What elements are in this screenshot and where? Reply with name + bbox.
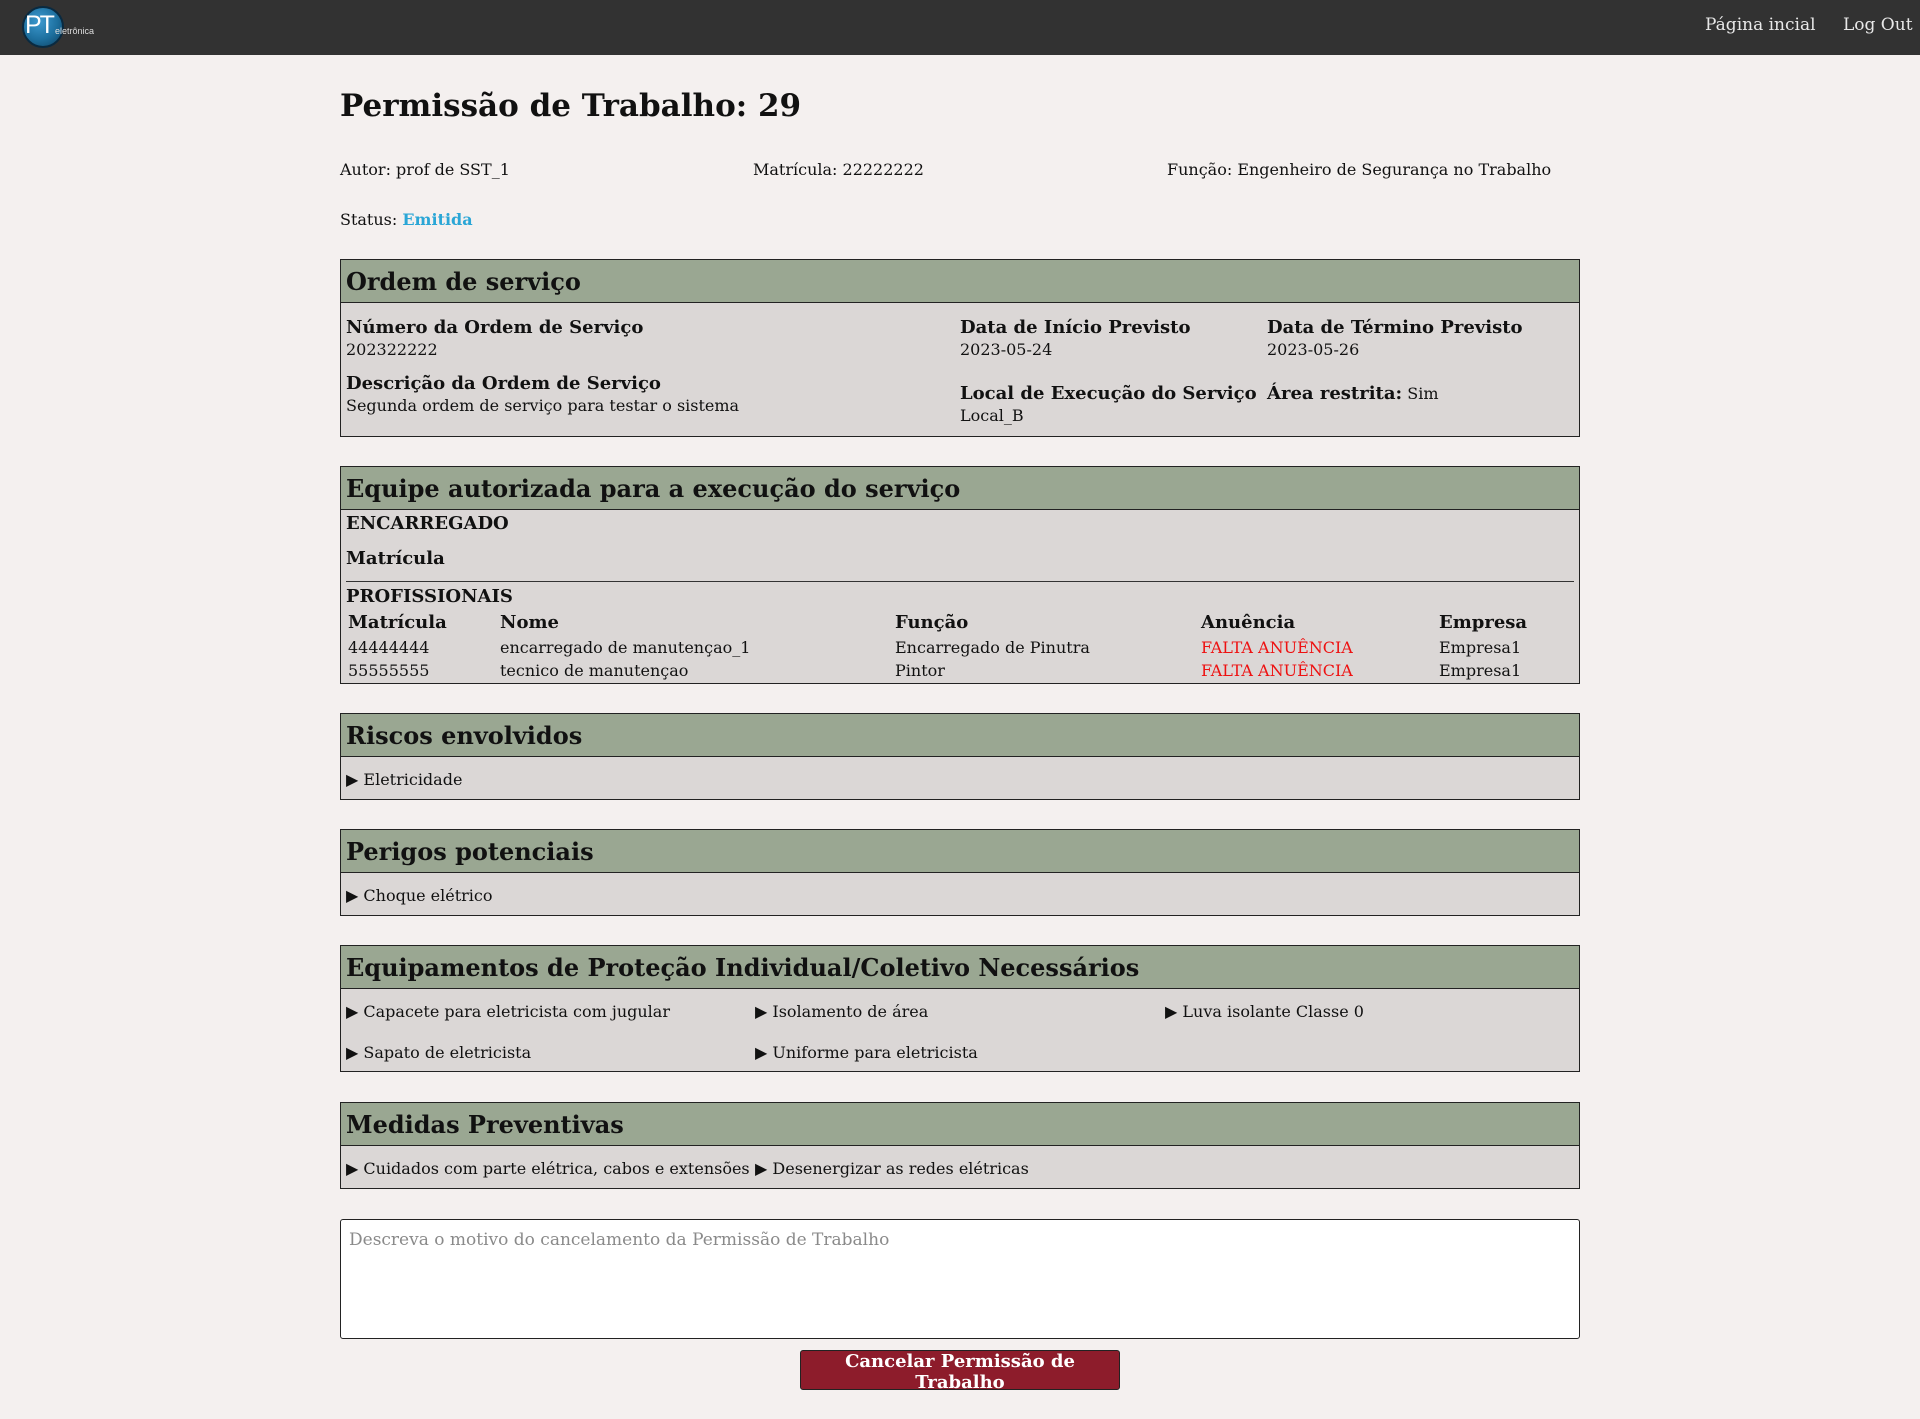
- column-header-role: Função: [895, 612, 969, 633]
- order-number-label: Número da Ordem de Serviço: [346, 317, 644, 338]
- section-header: Riscos envolvidos: [341, 714, 1579, 757]
- permit-role: Função: Engenheiro de Segurança no Traba…: [1167, 160, 1552, 179]
- list-item[interactable]: ▶ Capacete para eletricista com jugular: [346, 1002, 670, 1021]
- section-risks: Riscos envolvidos ▶ Eletricidade: [340, 713, 1580, 800]
- professionals-label: PROFISSIONAIS: [346, 586, 513, 607]
- top-navbar: PT eletrônica Página incial Log Out: [0, 0, 1920, 55]
- cell-name: encarregado de manutençao_1: [500, 638, 751, 657]
- section-header: Equipamentos de Proteção Individual/Cole…: [341, 946, 1579, 989]
- list-item[interactable]: ▶ Choque elétrico: [346, 886, 493, 905]
- order-description-label: Descrição da Ordem de Serviço: [346, 373, 661, 394]
- page-title: Permissão de Trabalho: 29: [340, 88, 802, 124]
- foreman-label: ENCARREGADO: [346, 513, 509, 534]
- cell-role: Encarregado de Pinutra: [895, 638, 1090, 657]
- list-item[interactable]: ▶ Isolamento de área: [755, 1002, 928, 1021]
- section-preventive-measures: Medidas Preventivas ▶ Cuidados com parte…: [340, 1102, 1580, 1189]
- section-header: Equipe autorizada para a execução do ser…: [341, 467, 1579, 510]
- location-label: Local de Execução do Serviço: [960, 383, 1257, 404]
- column-header-company: Empresa: [1439, 612, 1528, 633]
- status-badge: Emitida: [402, 210, 473, 229]
- status-label: Status:: [340, 210, 398, 229]
- start-date-label: Data de Início Previsto: [960, 317, 1191, 338]
- restricted-area-value: Sim: [1407, 384, 1439, 403]
- column-header-consent: Anuência: [1201, 612, 1296, 633]
- app-logo[interactable]: PT eletrônica: [22, 6, 100, 48]
- list-item[interactable]: ▶ Uniforme para eletricista: [755, 1043, 978, 1062]
- location-value: Local_B: [960, 406, 1024, 425]
- list-item[interactable]: ▶ Sapato de eletricista: [346, 1043, 531, 1062]
- section-hazards: Perigos potenciais ▶ Choque elétrico: [340, 829, 1580, 916]
- restricted-area: Área restrita: Sim: [1267, 383, 1439, 404]
- section-header: Perigos potenciais: [341, 830, 1579, 873]
- nav-home-link[interactable]: Página incial: [1705, 15, 1816, 35]
- column-header-registration: Matrícula: [348, 612, 447, 633]
- logo-subtext: eletrônica: [55, 26, 95, 36]
- cell-registration: 44444444: [348, 638, 430, 657]
- list-item[interactable]: ▶ Luva isolante Classe 0: [1165, 1002, 1364, 1021]
- list-item[interactable]: ▶ Cuidados com parte elétrica, cabos e e…: [346, 1159, 750, 1178]
- nav-logout-link[interactable]: Log Out: [1843, 15, 1913, 35]
- end-date-value: 2023-05-26: [1267, 340, 1360, 359]
- cell-company: Empresa1: [1439, 661, 1522, 680]
- section-ppe: Equipamentos de Proteção Individual/Cole…: [340, 945, 1580, 1072]
- cell-name: tecnico de manutençao: [500, 661, 689, 680]
- order-number-value: 202322222: [346, 340, 438, 359]
- cancel-permit-button[interactable]: Cancelar Permissão de Trabalho: [800, 1350, 1120, 1393]
- list-item[interactable]: ▶ Eletricidade: [346, 770, 462, 789]
- section-authorized-team: Equipe autorizada para a execução do ser…: [340, 466, 1580, 684]
- team-divider: [346, 581, 1574, 582]
- cell-company: Empresa1: [1439, 638, 1522, 657]
- order-description-value: Segunda ordem de serviço para testar o s…: [346, 396, 740, 415]
- permit-status: Status: Emitida: [340, 210, 473, 229]
- permit-author: Autor: prof de SST_1: [340, 160, 510, 179]
- foreman-registration-label: Matrícula: [346, 548, 445, 569]
- cell-consent: FALTA ANUÊNCIA: [1201, 661, 1353, 680]
- list-item[interactable]: ▶ Desenergizar as redes elétricas: [755, 1159, 1029, 1178]
- cell-role: Pintor: [895, 661, 945, 680]
- section-header: Medidas Preventivas: [341, 1103, 1579, 1146]
- restricted-area-label: Área restrita:: [1267, 383, 1403, 404]
- cell-consent: FALTA ANUÊNCIA: [1201, 638, 1353, 657]
- section-header: Ordem de serviço: [341, 260, 1579, 303]
- cancellation-reason-input[interactable]: [340, 1219, 1580, 1339]
- cell-registration: 55555555: [348, 661, 430, 680]
- start-date-value: 2023-05-24: [960, 340, 1053, 359]
- permit-registration: Matrícula: 22222222: [753, 160, 924, 179]
- logo-text: PT: [25, 11, 55, 39]
- end-date-label: Data de Término Previsto: [1267, 317, 1523, 338]
- section-service-order: Ordem de serviço Número da Ordem de Serv…: [340, 259, 1580, 437]
- column-header-name: Nome: [500, 612, 559, 633]
